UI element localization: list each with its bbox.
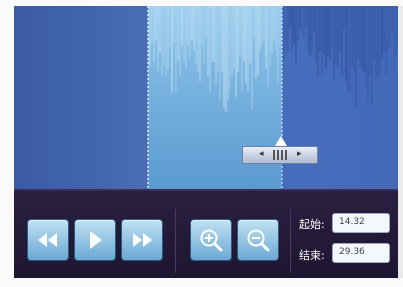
playhead-caret-icon [275, 136, 287, 146]
zoom-in-button[interactable] [190, 219, 232, 261]
fast-forward-button[interactable] [121, 219, 163, 261]
start-time-label: 起始: [299, 218, 325, 231]
drag-handle-icon [273, 150, 289, 160]
toolbar-divider [290, 209, 291, 273]
end-time-label: 结束: [299, 249, 325, 262]
start-time-field[interactable]: 14.32 [332, 213, 390, 233]
audio-editor-screen: ◂ ▸ 起始: 14.32 结束: 29.36 [14, 6, 403, 278]
rewind-button[interactable] [27, 219, 69, 261]
fast-forward-icon [133, 233, 152, 247]
zoom-in-icon [200, 229, 223, 252]
rewind-icon [38, 233, 57, 247]
zoom-out-icon [247, 229, 270, 252]
screen-edge [398, 6, 403, 278]
play-icon [90, 231, 102, 249]
end-time-field[interactable]: 29.36 [332, 243, 390, 263]
handle-right-arrow-icon: ▸ [297, 149, 302, 159]
zoom-out-button[interactable] [237, 219, 279, 261]
selection-drag-handle[interactable]: ◂ ▸ [242, 146, 318, 164]
waveform-view[interactable] [14, 6, 403, 189]
toolbar-divider [175, 209, 176, 273]
transport-bar: 起始: 14.32 结束: 29.36 [14, 189, 403, 278]
handle-left-arrow-icon: ◂ [259, 149, 264, 159]
waveform-unselected-left [14, 6, 148, 189]
play-button[interactable] [74, 219, 116, 261]
photo-frame: ◂ ▸ 起始: 14.32 结束: 29.36 [0, 0, 403, 287]
